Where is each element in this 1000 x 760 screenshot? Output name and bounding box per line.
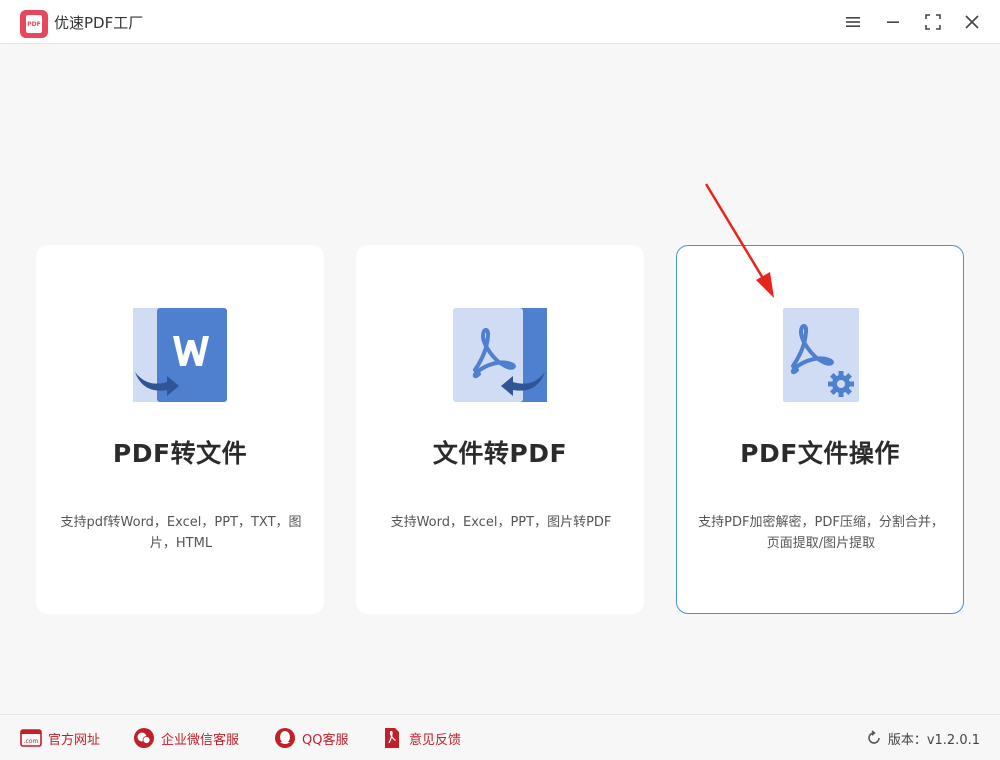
file-to-pdf-icon — [453, 308, 547, 402]
app-window: PDF 优速PDF工厂 PDF转文件 支持pdf转Word，Excel，PPT，… — [0, 0, 1000, 760]
card-pdf-to-file[interactable]: PDF转文件 支持pdf转Word，Excel，PPT，TXT，图片，HTML — [36, 245, 324, 614]
close-button[interactable] — [960, 10, 984, 34]
close-icon — [965, 15, 979, 29]
app-title: 优速PDF工厂 — [54, 14, 144, 32]
qq-service-link[interactable]: QQ客服 — [274, 727, 348, 749]
maximize-button[interactable] — [921, 10, 945, 34]
official-website-link[interactable]: .com 官方网址 — [20, 727, 100, 749]
card-title: PDF转文件 — [112, 439, 248, 468]
version-info[interactable]: 版本：v1.2.0.1 — [866, 727, 980, 749]
version-label: 版本：v1.2.0.1 — [887, 732, 980, 748]
title-bar: PDF 优速PDF工厂 — [0, 0, 1000, 44]
app-logo-text: PDF — [26, 15, 42, 33]
card-title: PDF文件操作 — [740, 439, 900, 468]
red-arrow-annotation-icon — [704, 183, 774, 298]
feedback-label: 意见反馈 — [409, 732, 462, 748]
refresh-icon — [868, 730, 880, 744]
card-description: 支持Word，Excel，PPT，图片转PDF — [390, 515, 612, 530]
card-description: 支持pdf转Word，Excel，PPT，TXT，图片，HTML — [60, 515, 302, 551]
menu-button[interactable] — [841, 10, 865, 34]
app-logo-icon: PDF — [20, 10, 48, 38]
card-title: 文件转PDF — [432, 439, 568, 468]
official-website-label: 官方网址 — [48, 732, 101, 748]
card-pdf-operations[interactable]: PDF文件操作 支持PDF加密解密，PDF压缩，分割合并，页面提取/图片提取 — [676, 245, 964, 614]
qq-icon — [275, 728, 295, 748]
svg-text:.com: .com — [24, 738, 39, 745]
footer-bar: .com 官方网址 企业微信客服 QQ客服 意见反馈 版本：v1.2.0.1 — [0, 714, 1000, 760]
minimize-icon — [887, 21, 899, 23]
hamburger-menu-icon — [846, 17, 860, 27]
card-description: 支持PDF加密解密，PDF压缩，分割合并，页面提取/图片提取 — [698, 515, 944, 551]
feedback-link[interactable]: 意见反馈 — [381, 727, 461, 749]
qq-service-label: QQ客服 — [302, 732, 349, 748]
wechat-icon — [134, 728, 154, 748]
pdf-to-word-icon — [133, 308, 227, 402]
wechat-service-label: 企业微信客服 — [161, 732, 240, 748]
website-icon: .com — [20, 729, 42, 747]
card-file-to-pdf[interactable]: 文件转PDF 支持Word，Excel，PPT，图片转PDF — [356, 245, 644, 614]
pdf-settings-icon — [783, 308, 859, 402]
fullscreen-icon — [925, 14, 941, 30]
minimize-button[interactable] — [881, 10, 905, 34]
feedback-icon — [385, 728, 399, 748]
wechat-service-link[interactable]: 企业微信客服 — [133, 727, 239, 749]
